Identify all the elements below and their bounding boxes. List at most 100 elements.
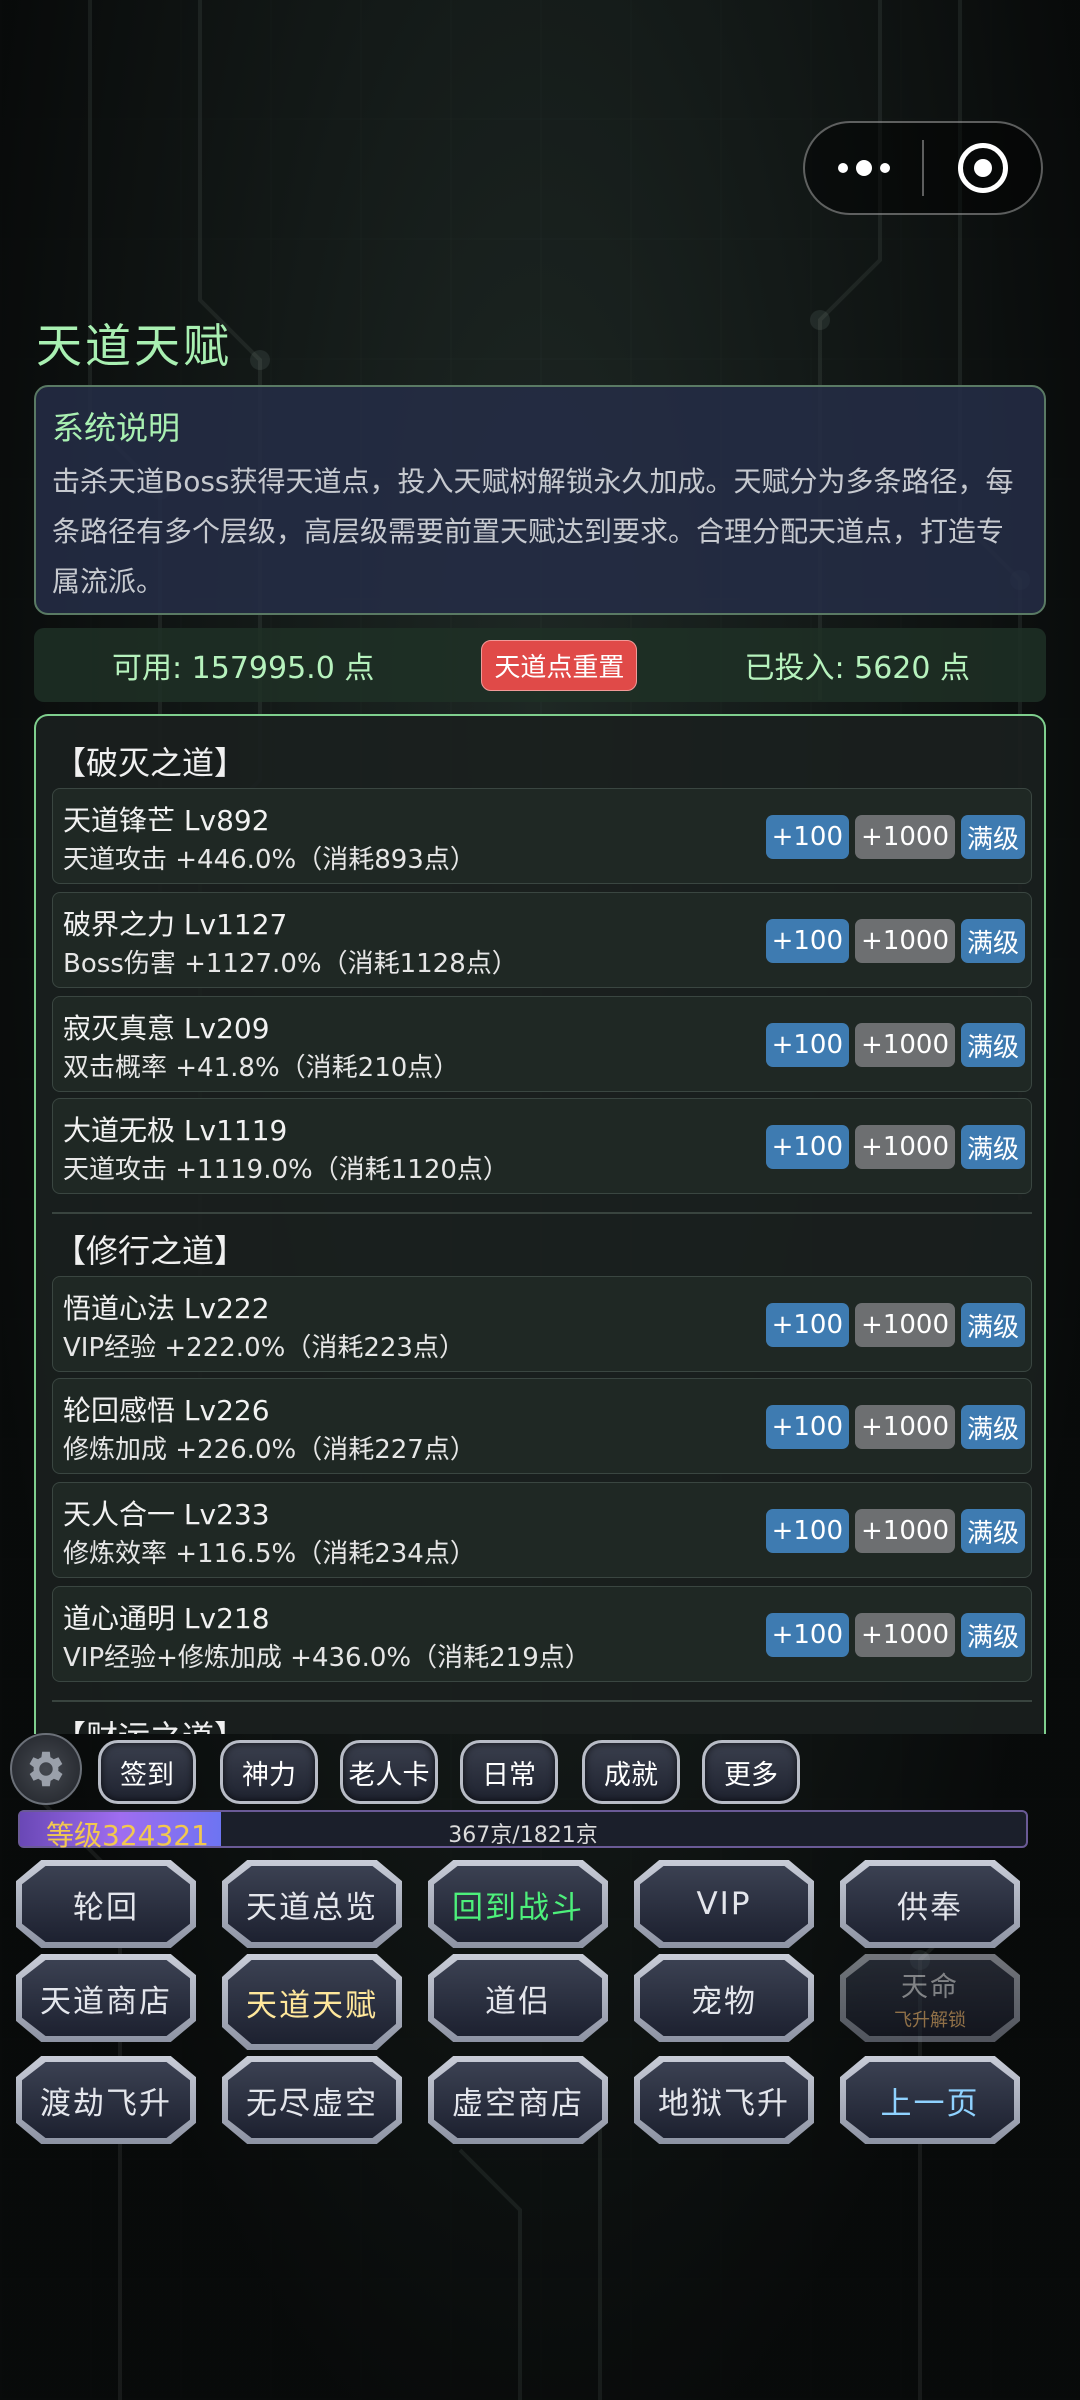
talent-tree-panel: 【破灭之道】 天道锋芒 Lv892 天道攻击 +446.0%（消耗893点） +… (34, 714, 1046, 1734)
talent-row: 破界之力 Lv1127 Boss伤害 +1127.0%（消耗1128点） +10… (52, 892, 1032, 988)
daily-button[interactable]: 日常 (460, 1740, 558, 1804)
talent-row: 悟道心法 Lv222 VIP经验 +222.0%（消耗223点） +100 +1… (52, 1276, 1032, 1372)
menu-label: 无尽虚空 (228, 2062, 396, 2138)
intro-heading: 系统说明 (52, 409, 181, 447)
talent-desc: 修炼效率 +116.5%（消耗234点） (63, 1539, 476, 1569)
more-menu-button[interactable]: 更多 (702, 1740, 800, 1804)
mini-program-capsule (803, 121, 1043, 215)
menu-label: 上一页 (846, 2062, 1014, 2138)
menu-overview[interactable]: 天道总览 (222, 1860, 402, 1948)
talent-desc: 天道攻击 +446.0%（消耗893点） (63, 845, 476, 875)
group-divider (52, 1700, 1032, 1702)
max-level-button[interactable]: 满级 (960, 1303, 1025, 1347)
add-100-button[interactable]: +100 (765, 1509, 850, 1553)
add-1000-button[interactable]: +1000 (855, 815, 955, 859)
talent-row: 道心通明 Lv218 VIP经验+修炼加成 +436.0%（消耗219点） +1… (52, 1586, 1032, 1682)
unlock-hint: 飞升解锁 (894, 2009, 966, 2031)
talent-desc: 天道攻击 +1119.0%（消耗1120点） (63, 1155, 509, 1185)
add-100-button[interactable]: +100 (765, 815, 850, 859)
max-level-button[interactable]: 满级 (960, 815, 1025, 859)
talent-row: 天道锋芒 Lv892 天道攻击 +446.0%（消耗893点） +100 +10… (52, 788, 1032, 884)
menu-void-shop[interactable]: 虚空商店 (428, 2056, 608, 2144)
menu-label: VIP (640, 1866, 808, 1942)
menu-ascension[interactable]: 渡劫飞升 (16, 2056, 196, 2144)
points-bar: 可用: 157995.0 点 天道点重置 已投入: 5620 点 (34, 628, 1046, 702)
menu-destiny-locked[interactable]: 天命 飞升解锁 (840, 1954, 1020, 2042)
talent-name: 道心通明 Lv218 (63, 1602, 270, 1635)
talent-desc: 修炼加成 +226.0%（消耗227点） (63, 1435, 476, 1465)
add-1000-button[interactable]: +1000 (855, 1509, 955, 1553)
menu-label: 天道商店 (22, 1960, 190, 2036)
gear-icon (29, 1751, 63, 1787)
invested-points: 已投入: 5620 点 (744, 651, 970, 686)
max-level-button[interactable]: 满级 (960, 919, 1025, 963)
menu-hell-ascension[interactable]: 地狱飞升 (634, 2056, 814, 2144)
menu-label: 道侣 (434, 1960, 602, 2036)
talent-desc: VIP经验+修炼加成 +436.0%（消耗219点） (63, 1643, 591, 1673)
achievements-button[interactable]: 成就 (582, 1740, 680, 1804)
add-100-button[interactable]: +100 (765, 919, 850, 963)
menu-vip[interactable]: VIP (634, 1860, 814, 1948)
max-level-button[interactable]: 满级 (960, 1125, 1025, 1169)
group-divider (52, 1212, 1032, 1214)
sign-in-button[interactable]: 签到 (98, 1740, 196, 1804)
menu-label: 回到战斗 (434, 1866, 602, 1942)
add-1000-button[interactable]: +1000 (855, 1405, 955, 1449)
level-progress-bar: 等级324321 367京/1821京 (18, 1810, 1028, 1852)
available-points: 可用: 157995.0 点 (112, 651, 375, 686)
more-dots-icon (837, 160, 890, 176)
add-100-button[interactable]: +100 (765, 1613, 850, 1657)
menu-reincarnation[interactable]: 轮回 (16, 1860, 196, 1948)
add-100-button[interactable]: +100 (765, 1125, 850, 1169)
elder-card-button[interactable]: 老人卡 (340, 1740, 438, 1804)
exp-label: 367京/1821京 (448, 1823, 598, 1848)
close-button[interactable] (924, 123, 1041, 213)
menu-endless-void[interactable]: 无尽虚空 (222, 2056, 402, 2144)
talent-desc: VIP经验 +222.0%（消耗223点） (63, 1333, 465, 1363)
divine-power-button[interactable]: 神力 (220, 1740, 318, 1804)
talent-name: 寂灭真意 Lv209 (63, 1012, 270, 1045)
menu-label: 宠物 (640, 1960, 808, 2036)
bottom-hud: 签到 神力 老人卡 日常 成就 更多 等级324321 367京/1821京 轮… (0, 1730, 1080, 2190)
menu-label: 虚空商店 (434, 2062, 602, 2138)
max-level-button[interactable]: 满级 (960, 1509, 1025, 1553)
add-1000-button[interactable]: +1000 (855, 1125, 955, 1169)
menu-companion[interactable]: 道侣 (428, 1954, 608, 2042)
talent-name: 轮回感悟 Lv226 (63, 1394, 270, 1427)
menu-back-to-battle[interactable]: 回到战斗 (428, 1860, 608, 1948)
add-100-button[interactable]: +100 (765, 1303, 850, 1347)
menu-label: 天道天赋 (228, 1960, 396, 2044)
max-level-button[interactable]: 满级 (960, 1023, 1025, 1067)
system-intro-card: 系统说明 击杀天道Boss获得天道点，投入天赋树解锁永久加成。天赋分为多条路径，… (34, 385, 1046, 615)
talent-name: 天道锋芒 Lv892 (63, 804, 270, 837)
menu-offering[interactable]: 供奉 (840, 1860, 1020, 1948)
menu-talent-active[interactable]: 天道天赋 (222, 1954, 402, 2050)
page-title: 天道天赋 (36, 319, 232, 373)
max-level-button[interactable]: 满级 (960, 1405, 1025, 1449)
menu-label: 轮回 (22, 1866, 190, 1942)
menu-shop[interactable]: 天道商店 (16, 1954, 196, 2042)
add-1000-button[interactable]: +1000 (855, 1613, 955, 1657)
add-1000-button[interactable]: +1000 (855, 1303, 955, 1347)
max-level-button[interactable]: 满级 (960, 1613, 1025, 1657)
add-100-button[interactable]: +100 (765, 1405, 850, 1449)
settings-button[interactable] (10, 1733, 82, 1805)
more-button[interactable] (805, 123, 922, 213)
talent-name: 悟道心法 Lv222 (63, 1292, 270, 1325)
group-title-destruction: 【破灭之道】 (54, 744, 247, 782)
reset-points-button[interactable]: 天道点重置 (481, 639, 638, 691)
menu-previous-page[interactable]: 上一页 (840, 2056, 1020, 2144)
talent-name: 破界之力 Lv1127 (63, 908, 288, 941)
menu-pet[interactable]: 宠物 (634, 1954, 814, 2042)
menu-label: 天命 (901, 1971, 959, 2003)
talent-row: 寂灭真意 Lv209 双击概率 +41.8%（消耗210点） +100 +100… (52, 996, 1032, 1092)
menu-label: 供奉 (846, 1866, 1014, 1942)
talent-row: 轮回感悟 Lv226 修炼加成 +226.0%（消耗227点） +100 +10… (52, 1378, 1032, 1474)
talent-name: 大道无极 Lv1119 (63, 1114, 288, 1147)
talent-desc: 双击概率 +41.8%（消耗210点） (63, 1053, 460, 1083)
talent-row: 大道无极 Lv1119 天道攻击 +1119.0%（消耗1120点） +100 … (52, 1098, 1032, 1194)
add-1000-button[interactable]: +1000 (855, 919, 955, 963)
intro-text: 击杀天道Boss获得天道点，投入天赋树解锁永久加成。天赋分为多条路径，每条路径有… (52, 465, 1014, 598)
add-1000-button[interactable]: +1000 (855, 1023, 955, 1067)
add-100-button[interactable]: +100 (765, 1023, 850, 1067)
